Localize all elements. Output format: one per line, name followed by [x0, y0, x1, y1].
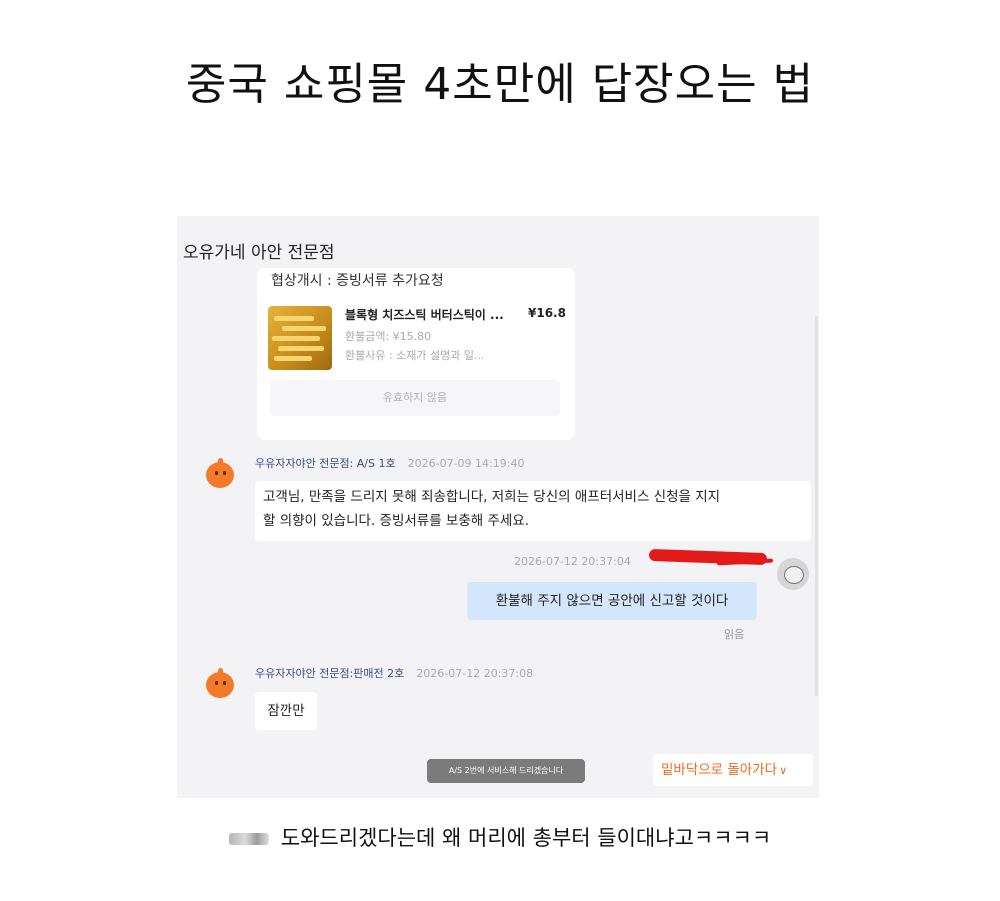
message-text-line: 할 의향이 있습니다. 증빙서류를 보충해 주세요.: [263, 513, 530, 529]
message-time: 2026-07-12 20:37:08: [416, 667, 534, 680]
card-title: 협상개시 : 증빙서류 추가요청: [271, 273, 444, 289]
message-sender-line: 우유자자야안 전문점: A/S 1호 2026-07-09 14:19:40: [255, 455, 524, 471]
user-avatar-icon: [777, 558, 809, 590]
seller-mascot-icon: [204, 458, 236, 490]
service-toast: A/S 2번에 서비스해 드리겠습니다: [427, 759, 585, 783]
shop-name[interactable]: 오유가네 아안 전문점: [183, 238, 335, 263]
sender-name: 우유자자야안 전문점:판매전 2호: [255, 667, 405, 680]
post-title: 중국 쇼핑몰 4초만에 답장오는 법: [185, 59, 815, 110]
product-name: 블록형 치즈스틱 버터스틱이 ...: [345, 308, 504, 322]
message-text-line: 고객님, 만족을 드리지 못해 죄송합니다, 저희는 당신의 애프터서비스 신청…: [263, 489, 721, 505]
seller-message-bubble[interactable]: 잠깐만: [255, 692, 317, 730]
caption-text: 도와드리겠다는데 왜 머리에 총부터 들이대냐고ㅋㅋㅋㅋ: [280, 826, 772, 850]
chat-screenshot: 오유가네 아안 전문점 협상개시 : 증빙서류 추가요청 블록형 치즈스틱 버터…: [177, 216, 819, 798]
refund-request-card[interactable]: 협상개시 : 증빙서류 추가요청 블록형 치즈스틱 버터스틱이 ... ¥16.…: [257, 268, 575, 440]
seller-message-bubble[interactable]: 고객님, 만족을 드리지 못해 죄송합니다, 저희는 당신의 애프터서비스 신청…: [255, 481, 811, 541]
refund-reason: 환불사유 : 소재가 설명과 일...: [345, 349, 485, 362]
message-sender-line: 우유자자야안 전문점:판매전 2호 2026-07-12 20:37:08: [255, 665, 533, 681]
blurred-name: [228, 833, 269, 845]
product-price: ¥16.8: [528, 306, 566, 320]
sender-name: 우유자자야안 전문점: A/S 1호: [255, 457, 396, 470]
scrollbar[interactable]: [815, 316, 818, 696]
chat-header: 오유가네 아안 전문점: [177, 216, 819, 268]
message-time: 2026-07-09 14:19:40: [407, 457, 525, 470]
read-status: 읽음: [724, 628, 745, 641]
scroll-to-bottom-button[interactable]: 밑바닥으로 돌아가다 ∨: [653, 754, 813, 786]
chevron-down-icon: ∨: [779, 764, 788, 777]
user-message-bubble[interactable]: 환불해 주지 않으면 공안에 신고할 것이다: [467, 582, 757, 620]
message-time: 2026-07-12 20:37:04: [514, 555, 631, 568]
invalid-button[interactable]: 유효하지 않음: [270, 380, 560, 416]
seller-mascot-icon: [204, 668, 236, 700]
refund-amount: 환불금액: ¥15.80: [345, 330, 432, 343]
scroll-bottom-label: 밑바닥으로 돌아가다: [661, 762, 778, 778]
product-thumbnail[interactable]: [268, 306, 332, 370]
post-caption: 도와드리겠다는데 왜 머리에 총부터 들이대냐고ㅋㅋㅋㅋ: [0, 822, 1000, 852]
